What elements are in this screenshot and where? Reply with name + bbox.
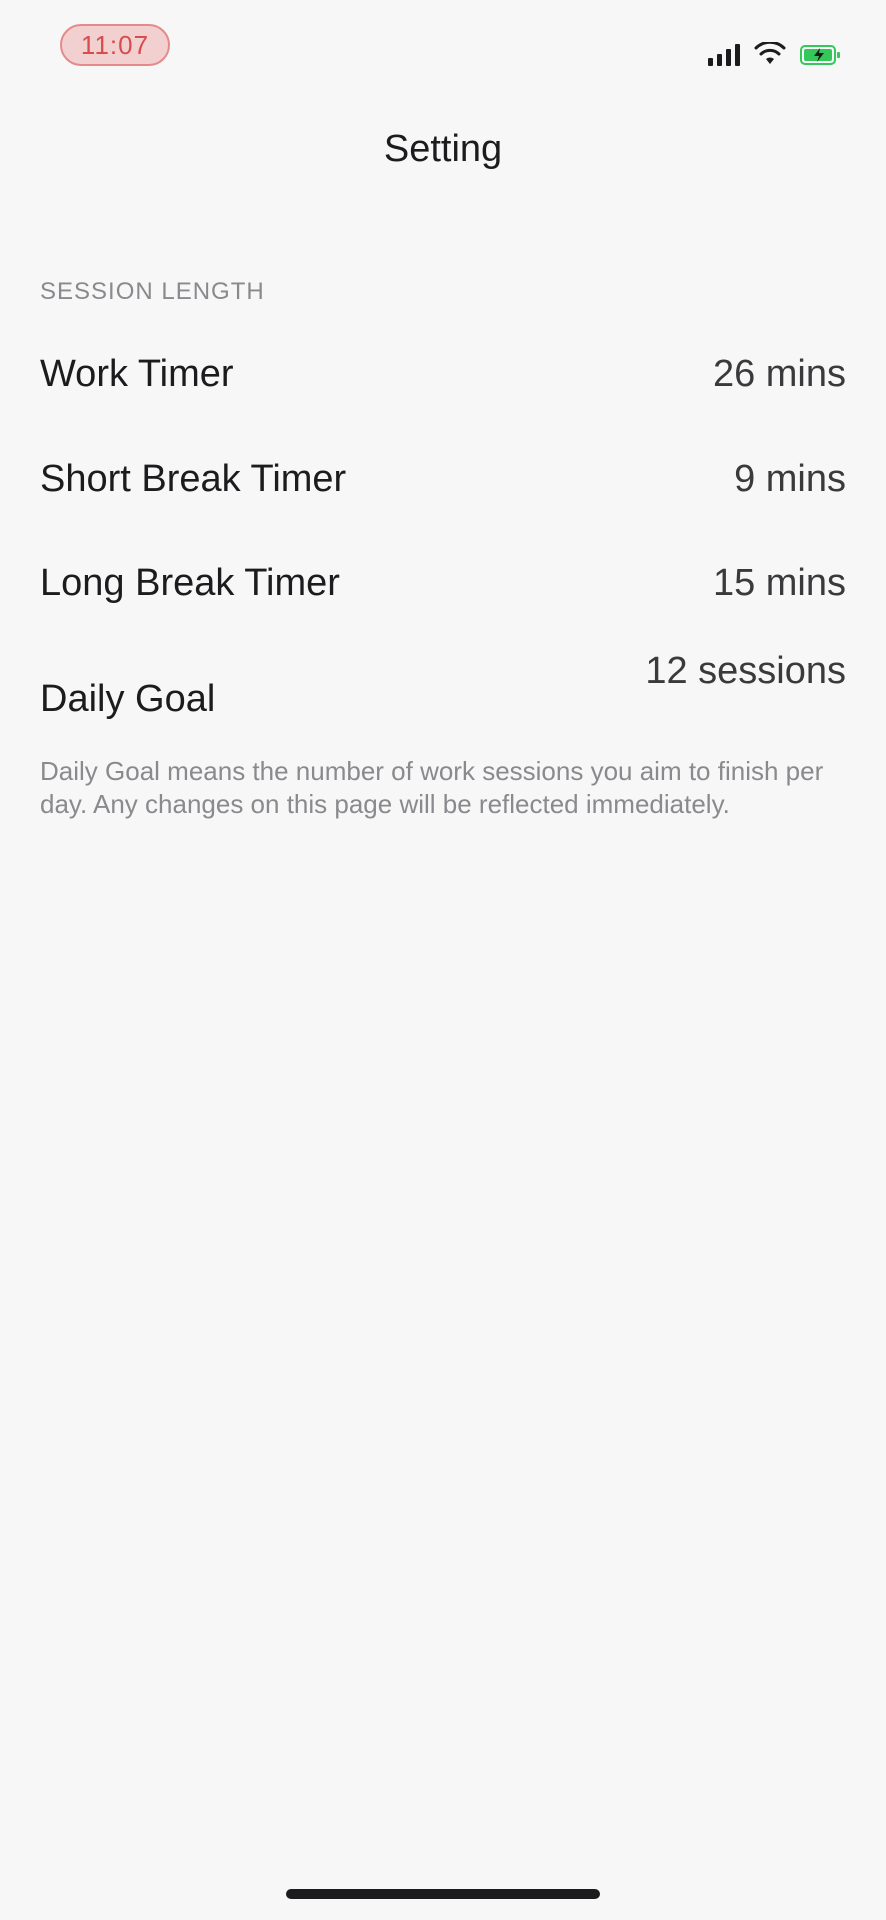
home-indicator[interactable] (286, 1889, 600, 1899)
battery-charging-icon (800, 44, 842, 66)
section-footer-note: Daily Goal means the number of work sess… (40, 756, 824, 819)
work-timer-value[interactable]: 26 mins (713, 353, 846, 396)
page-title: Setting (383, 128, 503, 170)
long-break-timer-value[interactable]: 15 mins (713, 562, 846, 605)
work-timer-row[interactable]: Work Timer 26 mins (40, 335, 846, 415)
cellular-signal-icon (708, 42, 740, 66)
long-break-timer-row[interactable]: Long Break Timer 15 mins (40, 544, 846, 624)
status-bar: 11:07 (0, 0, 886, 90)
daily-goal-label: Daily Goal (40, 678, 216, 720)
wifi-icon (754, 42, 786, 66)
short-break-timer-row[interactable]: Short Break Timer 9 mins (40, 440, 846, 520)
daily-goal-value[interactable]: 12 sessions (645, 650, 846, 693)
daily-goal-row[interactable]: Daily Goal 12 sessions (40, 650, 846, 730)
section-header: SESSION LENGTH (40, 278, 265, 305)
status-icons (708, 36, 842, 66)
work-timer-label: Work Timer (40, 353, 234, 395)
long-break-timer-label: Long Break Timer (40, 562, 340, 604)
status-time: 11:07 (60, 24, 170, 66)
short-break-timer-label: Short Break Timer (40, 458, 347, 500)
short-break-timer-value[interactable]: 9 mins (734, 458, 846, 501)
settings-screen: 11:07 Setting SESSION LENGTH Work Timer … (0, 0, 886, 1920)
